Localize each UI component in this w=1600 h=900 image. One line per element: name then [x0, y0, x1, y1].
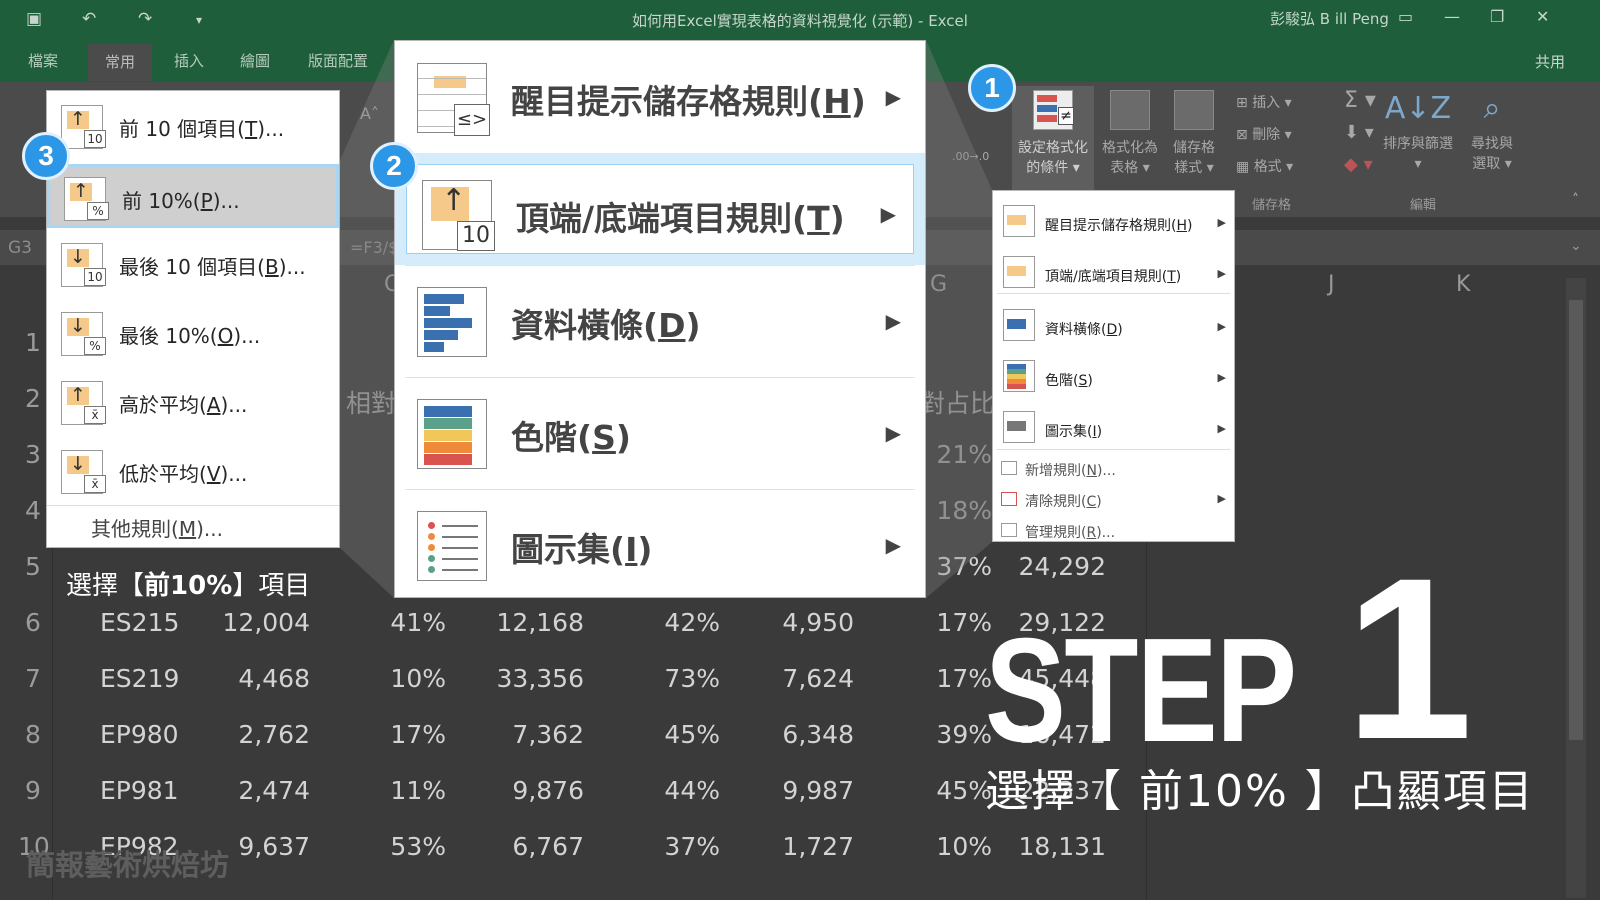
menu-item-top-bottom[interactable]: ↓% 最後 10%(O)...	[47, 302, 339, 366]
menu-item-cf-action[interactable]: 管理規則(R)...	[993, 517, 1234, 545]
menu-item-cf[interactable]: 醒目提示儲存格規則(H) ▶	[993, 199, 1234, 247]
menu-item-label: 圖示集(I)	[511, 530, 653, 569]
step-badge-1: 1	[968, 64, 1016, 112]
step-badge-3: 3	[22, 132, 70, 180]
menu-item-label: 前 10 個項目(T)...	[119, 117, 285, 141]
submenu-chevron-icon: ▶	[1217, 492, 1226, 505]
submenu-chevron-icon: ▶	[885, 421, 901, 445]
step-number: 1	[1345, 530, 1473, 787]
menu-item-top-bottom[interactable]: ↑ x̄ 高於平均(A)...	[47, 371, 339, 435]
icon-sets-icon	[417, 511, 487, 581]
top-rule-icon: ↑ x̄	[61, 381, 106, 425]
menu-item-label: 資料橫條(D)	[1045, 322, 1123, 338]
top-rule-icon: ↑ 10	[61, 105, 106, 149]
menu-item-label: 清除規則(C)	[1025, 494, 1102, 510]
menu-item-label: 管理規則(R)...	[1025, 525, 1116, 541]
beam-right	[926, 40, 992, 598]
menu-item-label: 其他規則(M)...	[91, 517, 223, 541]
clear-rules-icon	[1001, 492, 1017, 506]
step-caption-small: 選擇【前10%】項目	[66, 571, 311, 601]
data-bars-icon	[417, 287, 487, 357]
menu-item-label: 新增規則(N)...	[1025, 463, 1116, 479]
menu-item-cf[interactable]: 資料橫條(D) ▶	[993, 303, 1234, 351]
step-badge-2: 2	[370, 142, 418, 190]
step-word: STEP	[985, 608, 1297, 773]
menu-item-cf[interactable]: ↑ 10 頂端/底端項目規則(T) ▶	[395, 153, 925, 265]
top-bottom-icon: ↑ 10	[422, 180, 495, 251]
bottom-rule-icon: ↓%	[61, 312, 106, 356]
menu-item-cf-action[interactable]: 新增規則(N)...	[993, 455, 1234, 483]
menu-divider	[47, 505, 339, 506]
menu-item-cf[interactable]: 頂端/底端項目規則(T) ▶	[993, 250, 1234, 298]
color-scales-icon	[417, 399, 487, 469]
highlight-cells-icon	[1003, 205, 1035, 237]
new-rule-icon	[1001, 461, 1017, 475]
menu-item-cf[interactable]: 圖示集(I) ▶	[395, 489, 925, 601]
menu-item-cf[interactable]: 色階(S) ▶	[395, 377, 925, 489]
menu-item-label: 頂端/底端項目規則(T)	[1045, 269, 1182, 285]
menu-item-top-bottom[interactable]: ↑% 前 10%(P)...	[47, 164, 339, 228]
top-bottom-rules-submenu: ↑ 10 前 10 個項目(T)... ↑% 前 10%(P)... ↓ 10 最後 10 個…	[46, 90, 340, 548]
menu-item-cf[interactable]: ≤> 醒目提示儲存格規則(H) ▶	[395, 41, 925, 153]
submenu-chevron-icon: ▶	[1217, 371, 1226, 384]
menu-item-label: 圖示集(I)	[1045, 424, 1103, 440]
menu-item-cf[interactable]: 色階(S) ▶	[993, 354, 1234, 402]
menu-item-top-bottom[interactable]: ↓ 10 最後 10 個項目(B)...	[47, 233, 339, 297]
beam-left	[340, 40, 394, 598]
submenu-chevron-icon: ▶	[885, 533, 901, 557]
step-caption: 選擇【 前10% 】凸顯項目	[985, 766, 1535, 817]
color-scales-icon	[1003, 360, 1035, 392]
submenu-chevron-icon: ▶	[880, 202, 896, 226]
menu-item-label: 頂端/底端項目規則(T)	[516, 199, 845, 238]
data-bars-icon	[1003, 309, 1035, 341]
menu-item-label: 前 10%(P)...	[122, 189, 240, 213]
top-bottom-icon	[1003, 256, 1035, 288]
menu-item-label: 醒目提示儲存格規則(H)	[511, 82, 866, 121]
submenu-chevron-icon: ▶	[885, 309, 901, 333]
bottom-rule-icon: ↓ 10	[61, 243, 106, 287]
menu-item-label: 最後 10 個項目(B)...	[119, 255, 306, 279]
conditional-formatting-menu: 醒目提示儲存格規則(H) ▶ 頂端/底端項目規則(T) ▶ 資料橫條(D) ▶ 色階(S) ▶…	[992, 190, 1235, 542]
conditional-formatting-menu-zoomed: ≤> 醒目提示儲存格規則(H) ▶ ↑ 10 頂端/底端項目規則(T) ▶ 資料橫條(D) ▶ 色…	[394, 40, 926, 598]
menu-item-label: 醒目提示儲存格規則(H)	[1045, 218, 1193, 234]
highlight-cells-icon: ≤>	[417, 63, 490, 136]
submenu-chevron-icon: ▶	[1217, 216, 1226, 229]
menu-item-label: 低於平均(V)...	[119, 462, 248, 486]
submenu-chevron-icon: ▶	[1217, 267, 1226, 280]
menu-item-label: 高於平均(A)...	[119, 393, 248, 417]
submenu-chevron-icon: ▶	[885, 85, 901, 109]
menu-item-other-rules[interactable]: 其他規則(M)...	[47, 509, 339, 545]
menu-item-label: 色階(S)	[1045, 373, 1093, 389]
submenu-chevron-icon: ▶	[1217, 320, 1226, 333]
menu-item-label: 最後 10%(O)...	[119, 324, 261, 348]
menu-item-label: 色階(S)	[511, 418, 631, 457]
submenu-chevron-icon: ▶	[1217, 422, 1226, 435]
menu-item-cf[interactable]: 資料橫條(D) ▶	[395, 265, 925, 377]
menu-item-top-bottom[interactable]: ↑ 10 前 10 個項目(T)...	[47, 95, 339, 159]
icon-sets-icon	[1003, 411, 1035, 443]
top-rule-icon: ↑%	[64, 177, 109, 221]
menu-item-cf[interactable]: 圖示集(I) ▶	[993, 405, 1234, 453]
manage-rules-icon	[1001, 523, 1017, 537]
menu-item-top-bottom[interactable]: ↓ x̄ 低於平均(V)...	[47, 440, 339, 504]
bottom-rule-icon: ↓ x̄	[61, 450, 106, 494]
menu-item-label: 資料橫條(D)	[511, 306, 701, 345]
menu-item-cf-action[interactable]: 清除規則(C) ▶	[993, 486, 1234, 514]
